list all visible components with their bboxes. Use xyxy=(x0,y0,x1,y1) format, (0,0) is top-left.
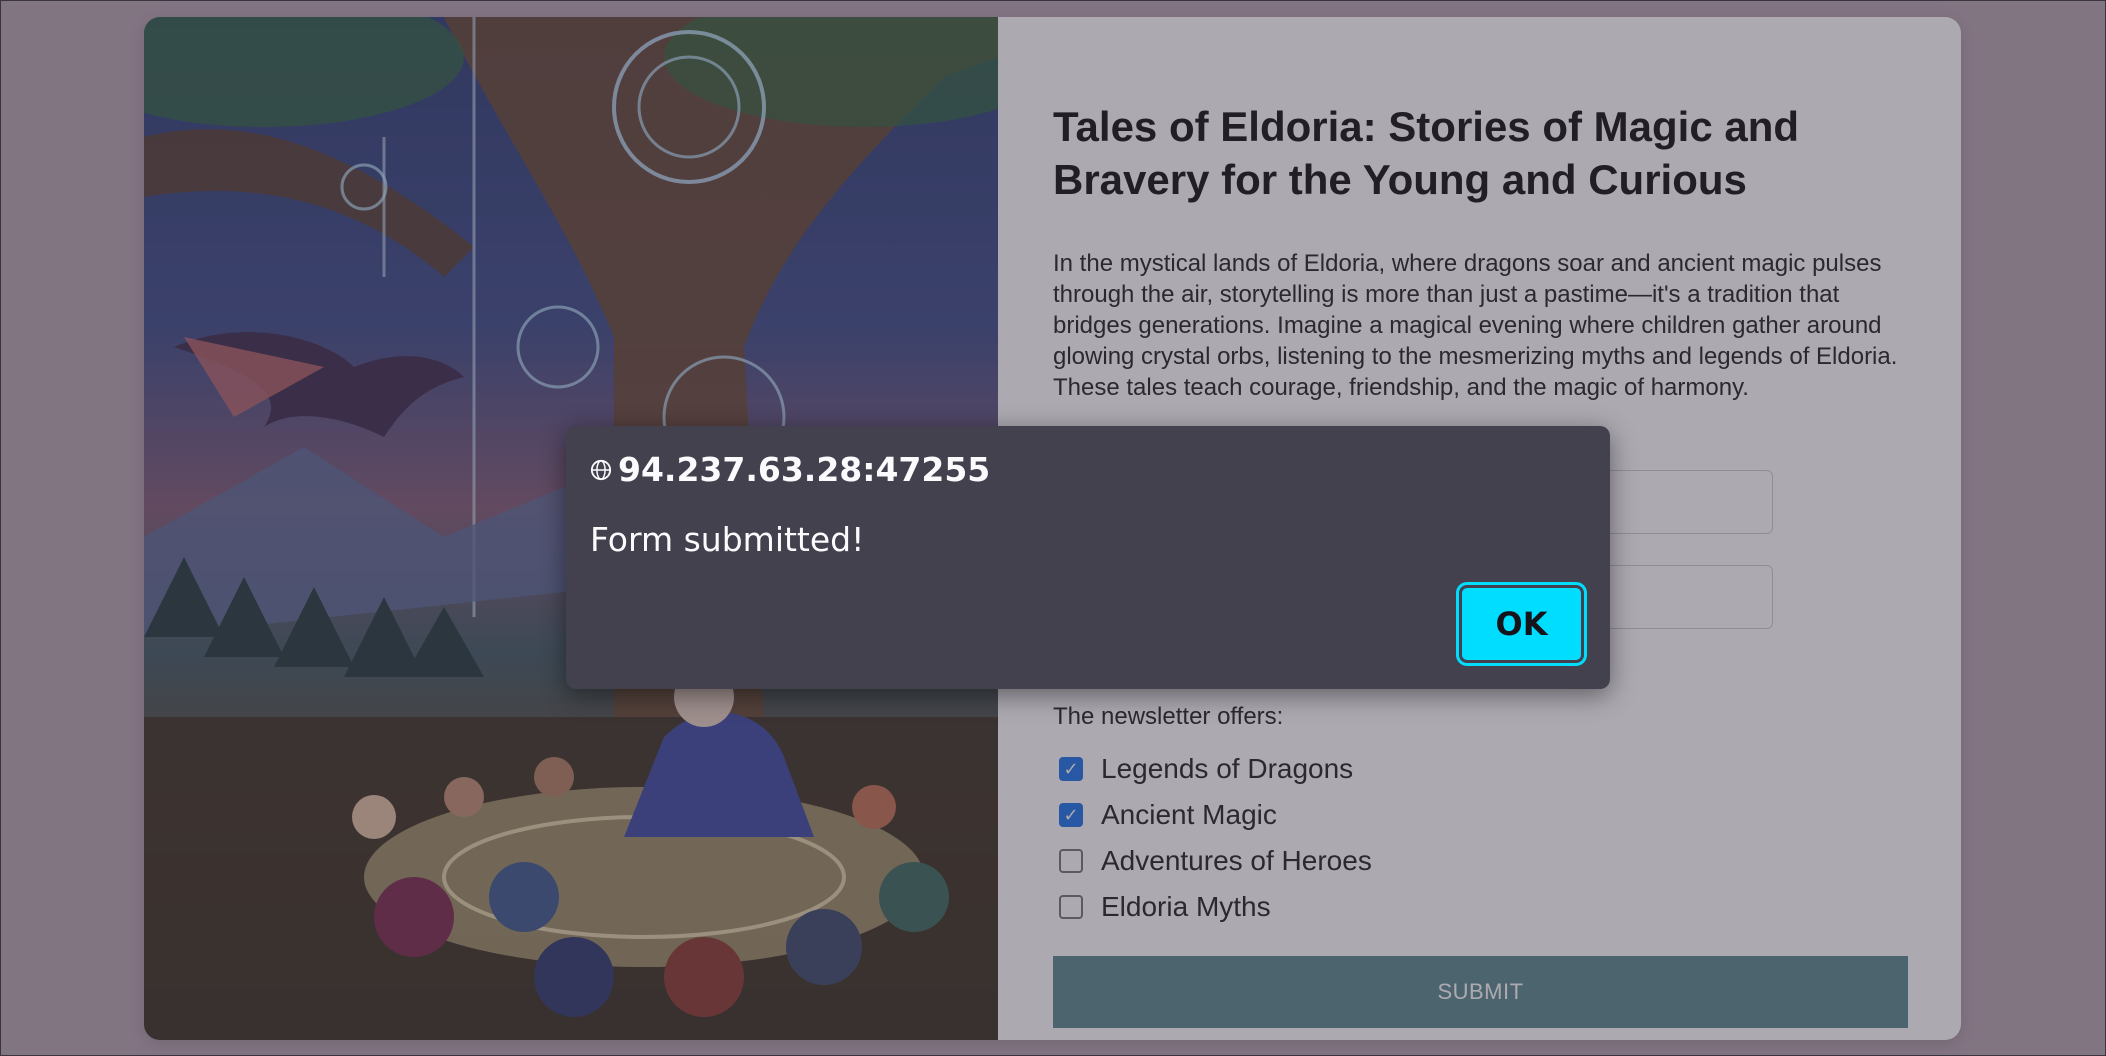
ok-button[interactable]: OK xyxy=(1456,582,1587,666)
dialog-header: 94.237.63.28:47255 xyxy=(590,450,990,489)
alert-dialog: 94.237.63.28:47255 Form submitted! OK xyxy=(566,426,1610,689)
dialog-origin: 94.237.63.28:47255 xyxy=(618,450,991,489)
dialog-message: Form submitted! xyxy=(590,520,865,559)
globe-icon xyxy=(590,459,612,480)
